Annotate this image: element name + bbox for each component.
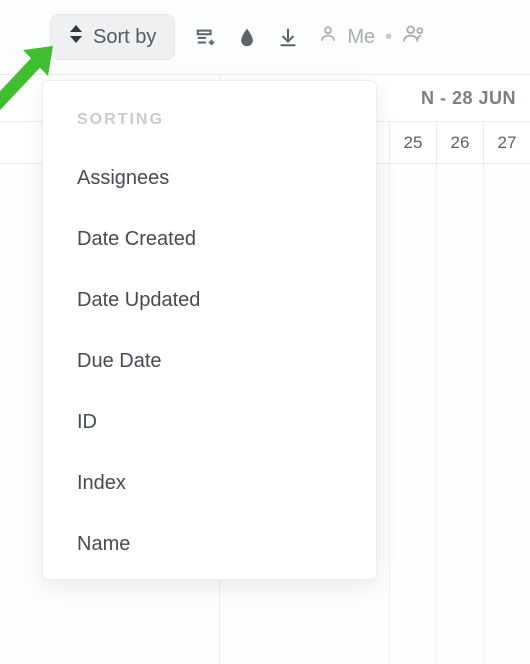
day-cell[interactable]: 27 — [483, 122, 530, 163]
toolbar: Sort by Me • — [0, 0, 530, 74]
sort-by-label: Sort by — [93, 26, 156, 49]
download-icon[interactable] — [277, 26, 299, 48]
person-icon — [319, 24, 337, 50]
sort-option-date-updated[interactable]: Date Updated — [43, 271, 376, 332]
sort-dropdown: SORTING Assignees Date Created Date Upda… — [42, 80, 377, 580]
sort-arrows-icon — [69, 25, 83, 49]
people-icon[interactable] — [402, 24, 426, 50]
day-cell[interactable]: 26 — [436, 122, 483, 163]
day-cell[interactable]: 25 — [389, 122, 436, 163]
me-filter[interactable]: Me • — [319, 24, 426, 50]
separator-dot: • — [385, 26, 392, 49]
grid-column — [436, 164, 483, 664]
drop-icon[interactable] — [237, 26, 257, 48]
sort-option-index[interactable]: Index — [43, 454, 376, 515]
sort-option-assignees[interactable]: Assignees — [43, 149, 376, 210]
sort-option-id[interactable]: ID — [43, 393, 376, 454]
sort-by-button[interactable]: Sort by — [50, 14, 175, 60]
me-label: Me — [347, 26, 375, 49]
dropdown-heading: SORTING — [43, 105, 376, 149]
group-icon[interactable] — [195, 26, 217, 48]
sort-option-date-created[interactable]: Date Created — [43, 210, 376, 271]
grid-column — [483, 164, 530, 664]
grid-column — [389, 164, 436, 664]
sort-option-name[interactable]: Name — [43, 515, 376, 576]
sort-option-due-date[interactable]: Due Date — [43, 332, 376, 393]
